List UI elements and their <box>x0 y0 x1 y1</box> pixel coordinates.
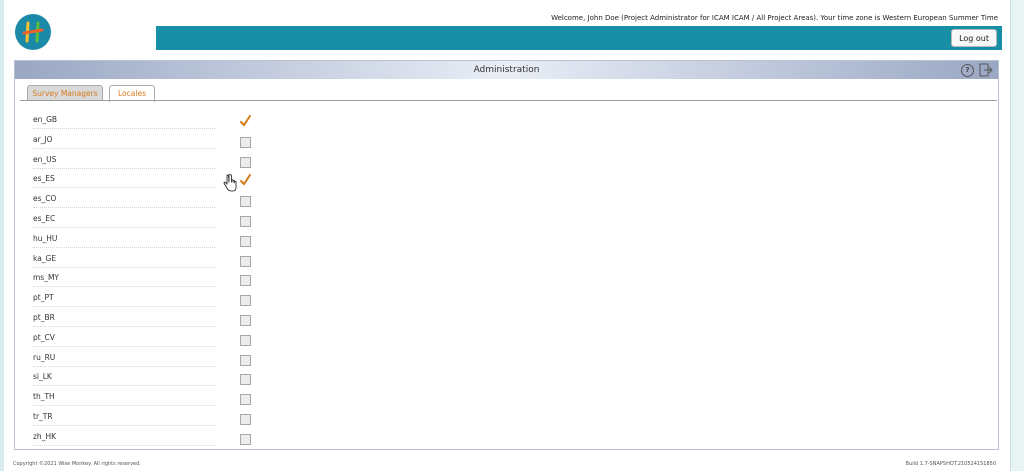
locale-checkbox[interactable] <box>240 275 251 287</box>
locale-label: pt_CV <box>33 333 215 347</box>
locale-label: ru_RU <box>33 353 215 367</box>
locale-checkbox[interactable] <box>240 433 251 445</box>
tab-survey-managers[interactable]: Survey Managers <box>27 85 103 101</box>
locale-label: pt_BR <box>33 313 215 327</box>
locale-checkbox[interactable] <box>240 414 251 425</box>
build-version: Build 1.7-SNAPSHOT.210524151850 <box>905 461 996 467</box>
locale-checkbox[interactable] <box>240 156 251 168</box>
locale-checkbox[interactable] <box>240 136 251 148</box>
page: Welcome, John Doe (Project Administrator… <box>4 0 1010 471</box>
tab-divider <box>20 100 997 101</box>
exit-icon[interactable] <box>979 63 993 77</box>
locale-label: en_GB <box>33 115 215 129</box>
hand-cursor-icon <box>223 174 237 192</box>
locale-checkbox[interactable] <box>240 216 251 227</box>
locale-checkbox[interactable] <box>240 295 251 307</box>
locale-checkbox[interactable] <box>240 255 251 267</box>
locale-checkbox[interactable] <box>240 334 251 346</box>
window-scrollbar[interactable] <box>1010 0 1024 471</box>
locale-checkbox[interactable] <box>240 374 251 386</box>
locale-label: zh_HK <box>33 432 215 446</box>
administration-panel: Administration ? Survey Managers Locales… <box>14 60 999 450</box>
panel-header: Administration ? <box>15 61 998 79</box>
welcome-text: Welcome, John Doe (Project Administrator… <box>551 14 998 22</box>
locale-label: tr_TR <box>33 412 215 426</box>
help-icon[interactable]: ? <box>961 64 974 77</box>
locale-label: pt_PT <box>33 293 215 308</box>
locale-label: si_LK <box>33 372 215 387</box>
logo-icon[interactable] <box>15 14 51 50</box>
locale-checkbox[interactable] <box>240 394 251 406</box>
locale-label: ms_MY <box>33 273 215 288</box>
locale-label: en_US <box>33 155 215 169</box>
locale-checkbox[interactable] <box>240 196 251 208</box>
checkmark-icon[interactable] <box>239 173 253 187</box>
locale-label: es_CO <box>33 194 215 209</box>
panel-title: Administration <box>473 65 540 75</box>
locale-label: th_TH <box>33 392 215 407</box>
locale-checkbox[interactable] <box>240 315 251 326</box>
logout-button[interactable]: Log out <box>951 29 997 47</box>
locale-label: es_ES <box>33 174 215 189</box>
checkmark-icon[interactable] <box>239 114 253 128</box>
locale-checkbox[interactable] <box>240 354 251 366</box>
locale-checkbox[interactable] <box>240 235 251 247</box>
locale-label: ka_GE <box>33 254 215 268</box>
locale-label: ar_JO <box>33 135 215 149</box>
locale-label: es_EC <box>33 214 215 228</box>
copyright-text: Copyright ©2021 Wise Monkey. All rights … <box>13 461 141 467</box>
top-bar: Log out <box>156 26 1002 50</box>
locale-label: hu_HU <box>33 234 215 248</box>
